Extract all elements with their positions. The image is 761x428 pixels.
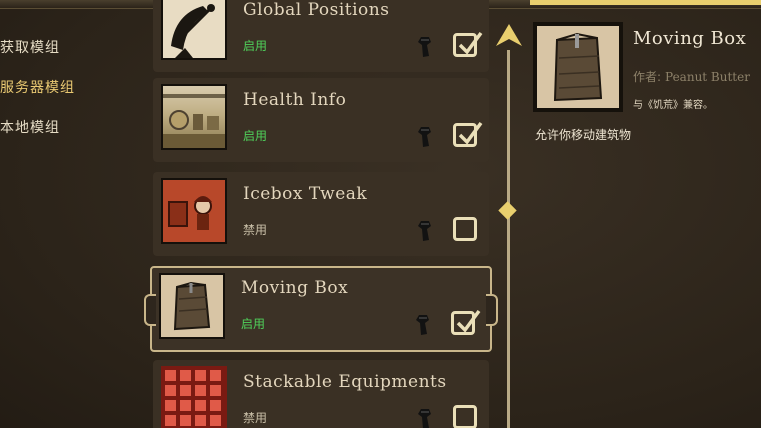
- detail-title: Moving Box: [633, 28, 747, 49]
- mod-name: Global Positions: [243, 0, 390, 20]
- author-label: 作者:: [633, 70, 662, 84]
- author-name: Peanut Butter: [665, 70, 750, 84]
- detail-author: 作者: Peanut Butter: [633, 68, 750, 85]
- mod-row-global-positions[interactable]: Global Positions 启用: [153, 0, 489, 72]
- nav-item-local-mods[interactable]: 本地模组: [0, 117, 60, 137]
- moving-box-thumbnail: [159, 273, 225, 339]
- wrench-icon[interactable]: [415, 126, 435, 148]
- mod-row-icebox-tweak[interactable]: Icebox Tweak 禁用: [153, 172, 489, 256]
- mod-name: Health Info: [243, 90, 347, 110]
- detail-description: 允许你移动建筑物: [535, 128, 632, 142]
- wrench-icon[interactable]: [415, 36, 435, 58]
- mod-status: 启用: [241, 317, 266, 331]
- mod-row-moving-box[interactable]: Moving Box 启用: [150, 266, 498, 352]
- scroll-up-arrow-icon[interactable]: [494, 22, 524, 50]
- mod-status: 启用: [243, 39, 268, 53]
- detail-compatibility: 与《饥荒》兼容。: [633, 100, 713, 111]
- enable-checkbox[interactable]: [453, 405, 477, 428]
- mod-name: Stackable Equipments: [243, 372, 447, 392]
- stackable-equipments-thumbnail: [161, 366, 227, 428]
- enable-checkbox[interactable]: [453, 217, 477, 241]
- mod-status: 禁用: [243, 223, 268, 237]
- mod-status: 启用: [243, 129, 268, 143]
- scrollbar-track[interactable]: [507, 50, 510, 428]
- satellite-dish-icon: [161, 0, 227, 60]
- mod-row-health-info[interactable]: Health Info 启用: [153, 78, 489, 162]
- nav-item-server-mods[interactable]: 服务器模组: [0, 77, 75, 97]
- nav-item-get-mods[interactable]: 获取模组: [0, 37, 60, 57]
- health-info-thumbnail: [161, 84, 227, 150]
- mods-screen: 获取模组 服务器模组 本地模组 Global Positions 启用 Heal…: [0, 0, 761, 428]
- wrench-icon[interactable]: [415, 408, 435, 428]
- scrollbar-thumb[interactable]: [498, 201, 517, 220]
- detail-thumbnail: [533, 22, 623, 112]
- wrench-icon[interactable]: [413, 314, 433, 336]
- enable-checkbox[interactable]: [453, 31, 483, 57]
- mod-row-stackable-equipments[interactable]: Stackable Equipments 禁用: [153, 360, 489, 428]
- enable-checkbox[interactable]: [451, 309, 481, 335]
- mod-status: 禁用: [243, 411, 268, 425]
- wrench-icon[interactable]: [415, 220, 435, 242]
- top-bar-accent: [530, 0, 761, 5]
- enable-checkbox[interactable]: [453, 121, 483, 147]
- icebox-tweak-thumbnail: [161, 178, 227, 244]
- mod-name: Icebox Tweak: [243, 184, 368, 204]
- mod-name: Moving Box: [241, 278, 349, 298]
